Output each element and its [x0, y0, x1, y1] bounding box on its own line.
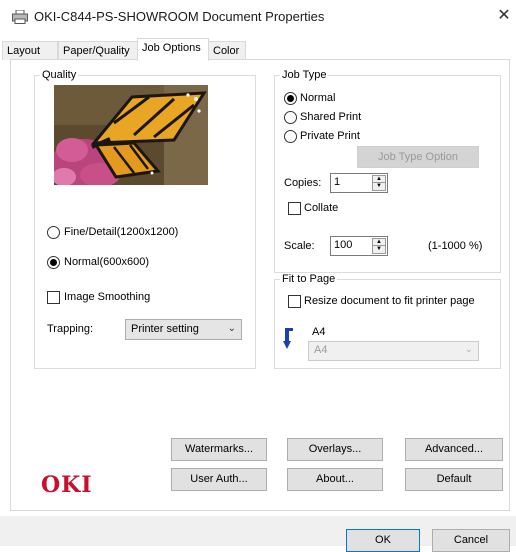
- scale-spin-buttons[interactable]: ▲ ▼: [372, 238, 386, 254]
- target-paper-size-select[interactable]: A4 ⌄: [308, 341, 479, 361]
- cancel-button[interactable]: Cancel: [432, 529, 510, 552]
- user-auth-button[interactable]: User Auth...: [171, 468, 267, 491]
- private-print-radio[interactable]: [284, 130, 297, 143]
- image-smoothing-label: Image Smoothing: [64, 291, 151, 303]
- job-normal-label: Normal: [300, 92, 336, 104]
- overlays-button[interactable]: Overlays...: [287, 438, 383, 461]
- printer-icon: [12, 9, 28, 24]
- collate-checkbox[interactable]: [288, 202, 301, 215]
- job-type-group: Job Type Normal Shared Print Private Pri…: [274, 69, 501, 273]
- about-button[interactable]: About...: [287, 468, 383, 491]
- fine-detail-radio[interactable]: [47, 226, 60, 239]
- shared-print-label: Shared Print: [300, 111, 362, 123]
- title-bar: OKI-C844-PS-SHOWROOM Document Properties…: [0, 0, 516, 34]
- default-button[interactable]: Default: [405, 468, 503, 491]
- watermarks-button[interactable]: Watermarks...: [171, 438, 267, 461]
- shared-print-radio[interactable]: [284, 111, 297, 124]
- fit-arrow-icon: [283, 327, 297, 350]
- trapping-label: Trapping:: [47, 323, 94, 335]
- scale-range-label: (1-1000 %): [428, 240, 483, 252]
- chevron-down-icon: ⌄: [227, 323, 236, 334]
- resize-document-label: Resize document to fit printer page: [304, 295, 475, 307]
- tab-color[interactable]: Color: [208, 41, 246, 60]
- job-type-option-button[interactable]: Job Type Option: [357, 146, 479, 168]
- quality-group-label: Quality: [40, 69, 79, 81]
- source-paper-size: A4: [312, 326, 326, 338]
- copies-label: Copies:: [284, 177, 322, 189]
- scale-label: Scale:: [284, 240, 315, 252]
- oki-logo: OKI: [41, 472, 93, 498]
- scale-value: 100: [334, 239, 353, 251]
- job-options-panel: Quality Fine/Detail(1200x1200) Normal(60…: [10, 59, 510, 511]
- job-type-group-label: Job Type: [280, 69, 329, 81]
- trapping-value: Printer setting: [131, 323, 199, 335]
- fit-to-page-group-label: Fit to Page: [280, 273, 338, 285]
- window-title: OKI-C844-PS-SHOWROOM Document Properties: [34, 9, 325, 24]
- resize-document-checkbox[interactable]: [288, 295, 301, 308]
- job-normal-radio[interactable]: [284, 92, 297, 105]
- collate-label: Collate: [304, 202, 339, 214]
- advanced-button[interactable]: Advanced...: [405, 438, 503, 461]
- spin-down-icon[interactable]: ▼: [373, 183, 385, 190]
- normal-quality-radio[interactable]: [47, 256, 60, 269]
- spin-down-icon[interactable]: ▼: [373, 246, 385, 253]
- tab-strip: Layout Paper/Quality Job Options Color: [0, 38, 516, 61]
- fit-to-page-group: Fit to Page Resize document to fit print…: [274, 273, 501, 369]
- quality-preview-image: [50, 85, 208, 191]
- trapping-select[interactable]: Printer setting ⌄: [125, 319, 242, 340]
- close-button[interactable]: ✕: [494, 6, 514, 26]
- normal-quality-label: Normal(600x600): [64, 256, 149, 268]
- tab-paper-quality[interactable]: Paper/Quality: [58, 41, 138, 60]
- ok-button[interactable]: OK: [346, 529, 420, 552]
- spin-up-icon[interactable]: ▲: [373, 239, 385, 246]
- target-paper-size-value: A4: [314, 344, 328, 356]
- tab-job-options[interactable]: Job Options: [137, 38, 209, 61]
- dialog-footer: OK Cancel: [0, 516, 516, 552]
- chevron-down-icon: ⌄: [464, 344, 473, 355]
- spin-up-icon[interactable]: ▲: [373, 176, 385, 183]
- tab-layout[interactable]: Layout: [2, 41, 58, 60]
- image-smoothing-checkbox[interactable]: [47, 291, 60, 304]
- copies-spin-buttons[interactable]: ▲ ▼: [372, 175, 386, 191]
- copies-spinbox[interactable]: 1 ▲ ▼: [330, 173, 388, 193]
- fine-detail-label: Fine/Detail(1200x1200): [64, 226, 179, 238]
- private-print-label: Private Print: [300, 130, 360, 142]
- copies-value: 1: [334, 176, 341, 188]
- scale-spinbox[interactable]: 100 ▲ ▼: [330, 236, 388, 256]
- quality-group: Quality Fine/Detail(1200x1200) Normal(60…: [34, 69, 256, 369]
